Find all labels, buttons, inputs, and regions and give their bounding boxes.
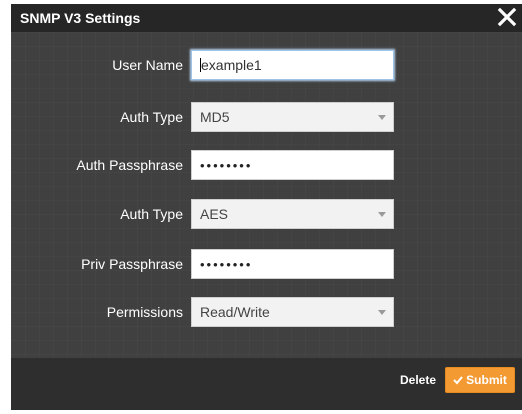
dialog-titlebar: SNMP V3 Settings [11,4,522,32]
auth-passphrase-label: Auth Passphrase [76,157,183,173]
submit-label: Submit [466,373,507,387]
priv-passphrase-label: Priv Passphrase [81,256,183,272]
priv-passphrase-input[interactable]: •••••••• [191,249,394,279]
auth-passphrase-input[interactable]: •••••••• [191,150,394,180]
auth-passphrase-row: Auth Passphrase •••••••• [11,150,522,180]
priv-type-value: AES [200,206,229,222]
dialog-footer: Delete Submit [11,358,522,410]
priv-passphrase-value: •••••••• [200,257,253,272]
priv-type-row: Auth Type AES [11,199,522,229]
priv-passphrase-row: Priv Passphrase •••••••• [11,249,522,279]
priv-type-label: Auth Type [120,206,183,222]
user-name-label: User Name [112,57,183,73]
user-name-input[interactable]: example1 [191,50,394,80]
close-button[interactable] [496,4,518,30]
checkmark-icon [453,376,463,385]
close-icon [497,7,517,27]
auth-passphrase-value: •••••••• [200,158,253,173]
dialog-title: SNMP V3 Settings [20,10,141,26]
permissions-row: Permissions Read/Write [11,297,522,327]
priv-type-select[interactable]: AES [191,199,394,229]
chevron-down-icon [378,212,386,217]
dialog-body: User Name example1 Auth Type MD5 Auth Pa… [11,32,522,358]
auth-type-value: MD5 [200,109,230,125]
permissions-value: Read/Write [200,304,270,320]
permissions-select[interactable]: Read/Write [191,297,394,327]
delete-button[interactable]: Delete [394,368,442,392]
user-name-value: example1 [201,57,262,73]
permissions-label: Permissions [106,304,183,320]
chevron-down-icon [378,310,386,315]
submit-button[interactable]: Submit [445,367,515,393]
auth-type-row: Auth Type MD5 [11,102,522,132]
user-name-row: User Name example1 [11,50,522,80]
chevron-down-icon [378,115,386,120]
auth-type-label: Auth Type [120,109,183,125]
auth-type-select[interactable]: MD5 [191,102,394,132]
snmp-v3-settings-dialog: SNMP V3 Settings User Name example1 Auth… [11,4,522,410]
